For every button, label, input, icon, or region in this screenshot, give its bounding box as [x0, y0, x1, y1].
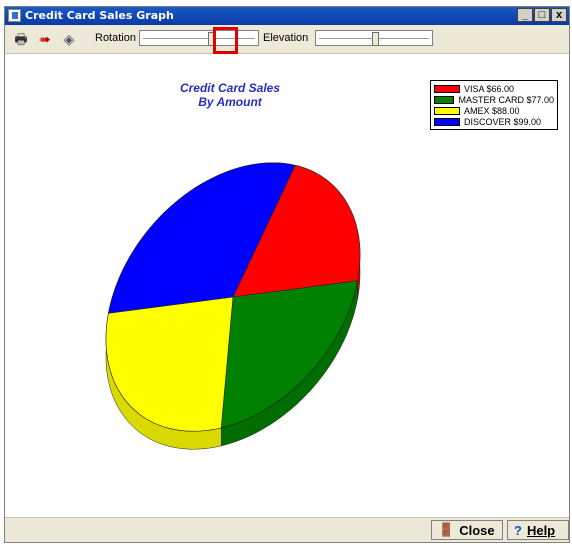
rotation-highlight-box [213, 27, 238, 54]
toolbar: 🖶 ➠ ◈ Rotation Elevation [5, 25, 569, 54]
printer-icon[interactable]: 🖶 [11, 30, 31, 48]
chart-legend: VISA $66.00 MASTER CARD $77.00 AMEX $88.00… [430, 80, 558, 130]
legend-item: AMEX $88.00 [434, 105, 554, 116]
legend-swatch [434, 106, 460, 115]
gem-icon[interactable]: ◈ [59, 30, 79, 48]
legend-item: VISA $66.00 [434, 83, 554, 94]
legend-label: DISCOVER $99.00 [464, 116, 542, 127]
window-title: Credit Card Sales Graph [25, 9, 174, 22]
help-button-label: Help [526, 522, 556, 538]
rotation-label: Rotation [95, 32, 136, 44]
help-button[interactable]: ? Help [507, 520, 569, 540]
elevation-slider[interactable] [315, 30, 433, 46]
close-button[interactable]: 🚪 Close [431, 520, 503, 540]
close-window-button[interactable]: x [551, 8, 567, 22]
legend-item: MASTER CARD $77.00 [434, 94, 554, 105]
question-icon: ? [514, 522, 522, 538]
legend-label: MASTER CARD $77.00 [458, 94, 554, 105]
elevation-slider-thumb[interactable] [372, 32, 379, 46]
legend-swatch [434, 95, 455, 104]
rotation-slider-track [143, 38, 255, 39]
close-button-label: Close [459, 522, 495, 538]
legend-item: DISCOVER $99.00 [434, 116, 554, 127]
restore-button[interactable]: □ [534, 8, 550, 22]
door-icon: 🚪 [438, 522, 455, 537]
minimize-button[interactable]: _ [517, 8, 533, 22]
rotation-slider[interactable] [139, 30, 259, 46]
title-bar[interactable]: Credit Card Sales Graph _ □ x [5, 7, 569, 25]
legend-swatch [434, 84, 460, 93]
window-controls: _ □ x [516, 8, 567, 22]
chart-window: Credit Card Sales Graph _ □ x 🖶 ➠ ◈ Rota… [4, 6, 570, 543]
elevation-label: Elevation [263, 32, 309, 44]
legend-label: VISA $66.00 [464, 83, 515, 94]
app-icon [8, 9, 21, 22]
bottom-bar: 🚪 Close ? Help [5, 517, 569, 542]
chart-area: Credit Card Sales By Amount VISA $66.00 M… [5, 54, 569, 520]
legend-swatch [434, 117, 460, 126]
legend-label: AMEX $88.00 [464, 105, 520, 116]
export-icon[interactable]: ➠ [35, 30, 55, 48]
